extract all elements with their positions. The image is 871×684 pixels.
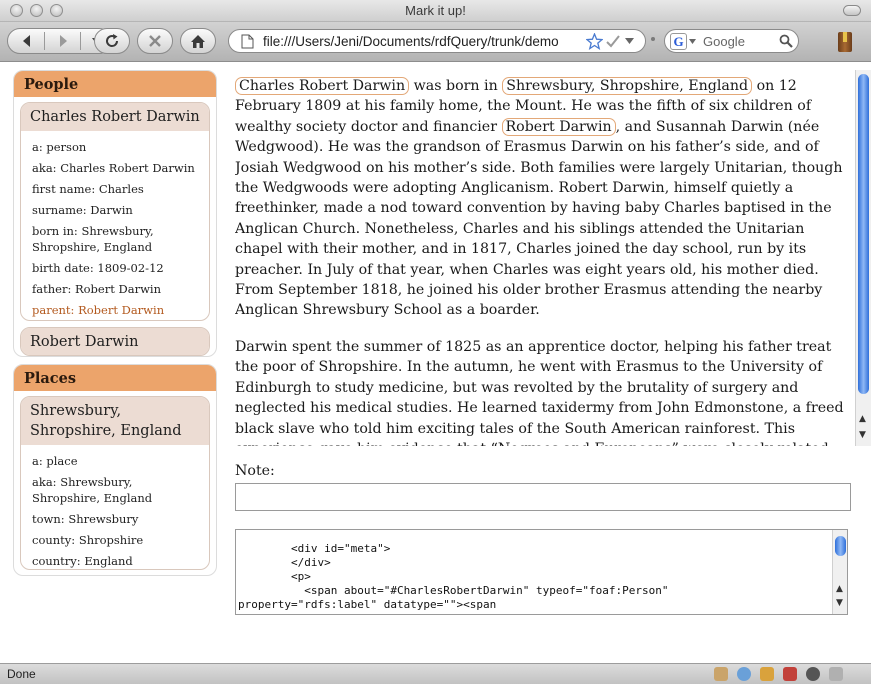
- arrow-left-icon: [23, 35, 30, 47]
- stop-button[interactable]: [137, 28, 173, 54]
- code-line: property="rdfs:label" datatype=""><span: [238, 598, 497, 611]
- code-line: </div>: [238, 556, 331, 569]
- property-type: a: place: [32, 454, 78, 468]
- property-aka: aka: Shrewsbury, Shropshire, England: [32, 475, 153, 505]
- person-card-title[interactable]: Robert Darwin: [21, 328, 209, 355]
- search-engine-divider: [651, 37, 655, 41]
- status-text: Done: [7, 667, 36, 681]
- property-county: county: Shropshire: [32, 533, 144, 547]
- home-button[interactable]: [180, 28, 216, 54]
- title-bar: Mark it up!: [0, 0, 871, 22]
- google-logo-icon: G: [670, 33, 687, 50]
- status-bar: Done: [0, 663, 871, 684]
- scroll-up-arrow-icon[interactable]: ▲: [836, 584, 843, 594]
- place-card-properties: a: place aka: Shrewsbury, Shropshire, En…: [21, 445, 209, 569]
- code-scrollbar[interactable]: ▲ ▼: [832, 530, 847, 614]
- star-icon[interactable]: [586, 33, 603, 50]
- property-born-in: born in: Shrewsbury, Shropshire, England: [32, 224, 154, 254]
- arrow-right-icon: [60, 35, 67, 47]
- person-card-properties: a: person aka: Charles Robert Darwin fir…: [21, 131, 209, 320]
- code-line: <div id="meta">: [238, 542, 391, 555]
- stop-icon: [149, 35, 161, 47]
- article-scrollbar[interactable]: ▲ ▼: [855, 70, 871, 446]
- scroll-down-arrow-icon[interactable]: ▼: [859, 430, 866, 440]
- place-card-title[interactable]: Shrewsbury, Shropshire, England: [21, 397, 209, 445]
- places-panel: Places Shrewsbury, Shropshire, England a…: [13, 364, 217, 576]
- reload-icon: [106, 34, 119, 47]
- forward-button[interactable]: [48, 31, 78, 51]
- home-icon: [191, 34, 205, 48]
- search-engine-selector[interactable]: G: [670, 33, 698, 50]
- back-button[interactable]: [12, 31, 42, 51]
- scroll-down-arrow-icon[interactable]: ▼: [836, 598, 843, 608]
- divider: [80, 32, 81, 50]
- toolbar-toggle-button[interactable]: [843, 5, 861, 16]
- addon-status-icon[interactable]: [806, 667, 820, 681]
- addon-sync-icon[interactable]: [737, 667, 751, 681]
- property-town: town: Shrewsbury: [32, 512, 139, 526]
- place-card-shrewsbury[interactable]: Shrewsbury, Shropshire, England a: place…: [20, 396, 210, 570]
- text-run: was born in: [409, 78, 503, 94]
- code-line: <p>: [238, 570, 311, 583]
- chevron-down-icon[interactable]: [625, 38, 634, 44]
- window-title: Mark it up!: [405, 3, 466, 18]
- browser-toolbar: file:///Users/Jeni/Documents/rdfQuery/tr…: [0, 22, 871, 62]
- property-parent-link[interactable]: parent: Robert Darwin: [32, 302, 198, 318]
- property-aka: aka: Charles Robert Darwin: [32, 161, 195, 175]
- addon-extra-icon[interactable]: [829, 667, 843, 681]
- text-run: , and Susannah Darwin (née Wedgwood). He…: [235, 118, 843, 319]
- note-label: Note:: [235, 463, 275, 479]
- property-first-name: first name: Charles: [32, 182, 144, 196]
- search-input[interactable]: Google: [703, 34, 745, 49]
- url-text: file:///Users/Jeni/Documents/rdfQuery/tr…: [263, 34, 559, 49]
- person-card-charles[interactable]: Charles Robert Darwin a: person aka: Cha…: [20, 102, 210, 321]
- code-line: <span about="#CharlesRobertDarwin" typeo…: [238, 584, 669, 597]
- person-card-title[interactable]: Charles Robert Darwin: [21, 103, 209, 131]
- file-page-icon: [241, 34, 254, 49]
- source-code-view[interactable]: <div id="meta"> </div> <p> <span about="…: [235, 529, 848, 615]
- checkmark-icon[interactable]: [606, 35, 620, 48]
- address-bar[interactable]: file:///Users/Jeni/Documents/rdfQuery/tr…: [228, 29, 646, 53]
- note-field[interactable]: [235, 483, 851, 511]
- addon-firebug-icon[interactable]: [783, 667, 797, 681]
- person-annotation[interactable]: Robert Darwin: [501, 117, 616, 136]
- places-heading: Places: [14, 365, 216, 391]
- property-surname: surname: Darwin: [32, 203, 133, 217]
- magnifier-icon[interactable]: [779, 34, 793, 48]
- search-bar[interactable]: G Google: [664, 29, 799, 53]
- addon-package-icon[interactable]: [760, 667, 774, 681]
- property-birth-date: birth date: 1809-02-12: [32, 261, 164, 275]
- property-type: a: person: [32, 140, 87, 154]
- bookmark-ribbon: [843, 32, 847, 42]
- people-heading: People: [14, 71, 216, 97]
- scrollbar-thumb[interactable]: [858, 74, 869, 394]
- people-panel: People Charles Robert Darwin a: person a…: [13, 70, 217, 357]
- chevron-down-icon: [689, 39, 696, 44]
- place-annotation[interactable]: Shrewsbury, Shropshire, England: [502, 77, 753, 95]
- scroll-up-arrow-icon[interactable]: ▲: [859, 414, 866, 424]
- divider: [44, 32, 45, 50]
- article-paragraph: Charles Robert Darwin was born in Shrews…: [235, 76, 855, 321]
- property-country: country: England: [32, 554, 133, 568]
- bookmark-book-icon[interactable]: [838, 32, 852, 52]
- code-scrollbar-thumb[interactable]: [835, 536, 846, 556]
- person-card-robert[interactable]: Robert Darwin: [20, 327, 210, 356]
- property-father: father: Robert Darwin: [32, 282, 161, 296]
- article-text: Charles Robert Darwin was born in Shrews…: [235, 76, 855, 446]
- addon-tools-icon[interactable]: [714, 667, 728, 681]
- source-code-text: <div id="meta"> </div> <p> <span about="…: [236, 530, 847, 612]
- reload-button[interactable]: [94, 28, 130, 54]
- article-paragraph: Darwin spent the summer of 1825 as an ap…: [235, 338, 844, 446]
- person-annotation[interactable]: Charles Robert Darwin: [235, 77, 410, 95]
